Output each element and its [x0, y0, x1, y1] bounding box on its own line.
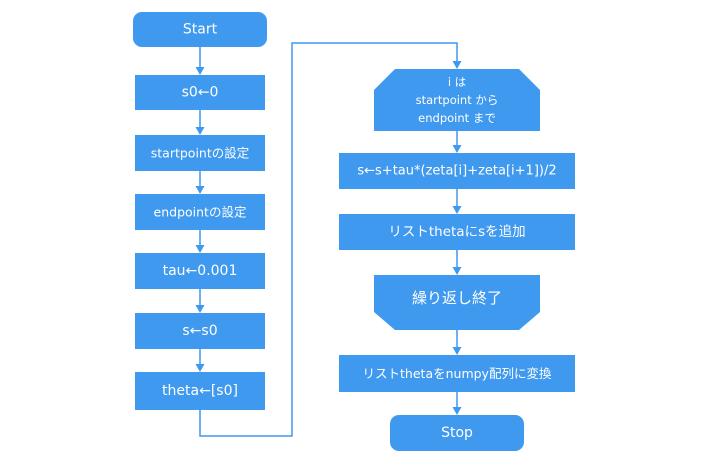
arrowhead [195, 127, 205, 135]
process-append-s: リストthetaにsを追加 [339, 214, 575, 250]
process-label: リストthetaをnumpy配列に変換 [363, 366, 552, 381]
process-label: s0←0 [182, 85, 219, 101]
start-label: Start [183, 22, 218, 38]
arrowhead [452, 267, 462, 275]
loop-start: i は startpoint から endpoint まで [374, 69, 540, 131]
loop-end-label: 繰り返し終了 [412, 289, 502, 307]
process-convert-numpy: リストthetaをnumpy配列に変換 [339, 355, 575, 392]
start-terminal: Start [133, 12, 267, 47]
process-label: startpointの設定 [151, 146, 250, 161]
stop-label: Stop [441, 425, 473, 441]
arrowhead [452, 61, 462, 69]
arrowhead [452, 206, 462, 214]
loop-end: 繰り返し終了 [374, 275, 540, 330]
process-label: s←s0 [182, 323, 217, 339]
process-label: theta←[s0] [162, 383, 238, 399]
loop-start-line3: endpoint まで [418, 111, 496, 125]
process-set-startpoint: startpointの設定 [135, 135, 265, 171]
process-set-s: s←s0 [135, 313, 265, 349]
process-label: tau←0.001 [163, 263, 238, 279]
process-init-s0: s0←0 [135, 75, 265, 110]
arrowhead [195, 364, 205, 372]
arrowhead [452, 145, 462, 153]
process-set-endpoint: endpointの設定 [135, 194, 265, 230]
loop-start-line2: startpoint から [416, 93, 499, 107]
arrowhead [452, 347, 462, 355]
arrowhead [195, 305, 205, 313]
arrowhead [452, 407, 462, 415]
arrowhead [195, 245, 205, 253]
process-set-theta: theta←[s0] [135, 372, 265, 410]
process-set-tau: tau←0.001 [135, 253, 265, 289]
loop-start-line1: i は [448, 75, 466, 89]
arrowhead [195, 186, 205, 194]
process-label: endpointの設定 [154, 205, 247, 220]
process-label: リストthetaにsを追加 [388, 224, 525, 240]
flowchart: Start s0←0 startpointの設定 endpointの設定 tau… [133, 12, 575, 451]
process-update-s: s←s+tau*(zeta[i]+zeta[i+1])/2 [339, 153, 575, 189]
arrowhead [195, 67, 205, 75]
stop-terminal: Stop [390, 415, 524, 451]
process-label: s←s+tau*(zeta[i]+zeta[i+1])/2 [357, 164, 556, 179]
